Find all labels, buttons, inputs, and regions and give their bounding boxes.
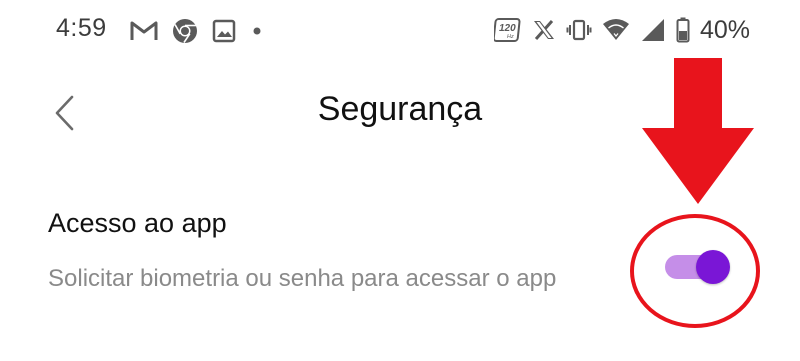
image-icon	[212, 19, 236, 43]
wifi-icon	[602, 19, 629, 40]
gmail-icon	[130, 21, 158, 40]
refresh-rate-unit: Hz	[507, 34, 514, 40]
vibrate-icon	[566, 19, 592, 41]
status-left-icons	[130, 16, 264, 46]
setting-title: Acesso ao app	[48, 208, 227, 238]
chrome-icon	[173, 19, 197, 43]
battery-icon	[676, 17, 690, 43]
status-right-icons: 120 Hz 40%	[493, 14, 750, 46]
refresh-rate-label: 120	[499, 23, 516, 34]
battery-percentage: 40%	[699, 15, 750, 44]
setting-description: Solicitar biometria ou senha para acessa…	[48, 265, 557, 292]
120hz-icon: 120 Hz	[493, 18, 521, 42]
dot-icon	[253, 27, 261, 35]
annotation-circle	[630, 214, 760, 328]
status-time: 4:59	[56, 14, 107, 42]
screen: 4:59 120 Hz 40% Segurança Acesso ao app …	[0, 0, 800, 361]
x-icon	[533, 20, 554, 40]
chevron-left-icon	[55, 95, 74, 131]
signal-icon	[641, 19, 664, 41]
back-button[interactable]	[44, 90, 84, 136]
annotation-arrow	[642, 58, 754, 204]
